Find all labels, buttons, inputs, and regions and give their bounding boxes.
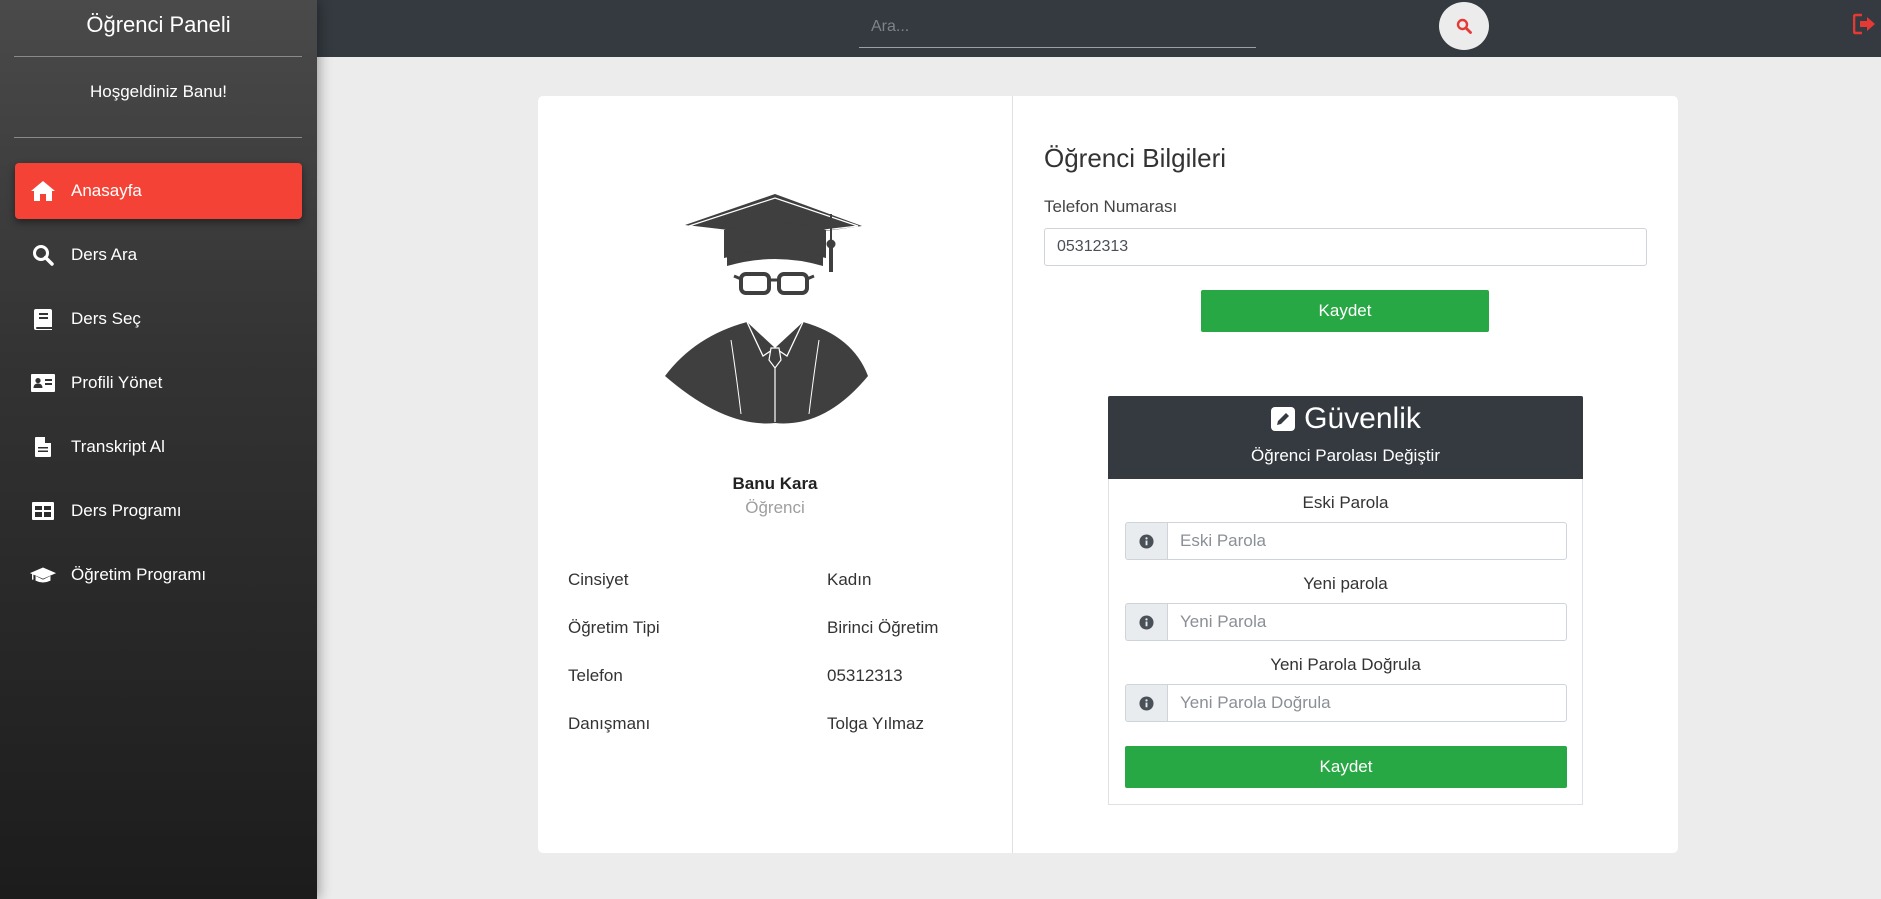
search-icon: [29, 241, 57, 269]
sidebar-item-label: Anasayfa: [71, 181, 142, 200]
sidebar-item-ogretim-programi[interactable]: Öğretim Programı: [15, 547, 302, 603]
new-password-group: [1125, 603, 1567, 641]
sidebar-item-label: Ders Seç: [71, 309, 141, 328]
student-avatar: [665, 194, 868, 424]
confirm-password-group: [1125, 684, 1567, 722]
confirm-password-label: Yeni Parola Doğrula: [1270, 655, 1421, 674]
info-value: 05312313: [827, 666, 903, 685]
info-value: Birinci Öğretim: [827, 618, 939, 637]
sidebar-item-label: Ders Ara: [71, 245, 138, 264]
sidebar-item-profili-yonet[interactable]: Profili Yönet: [15, 355, 302, 411]
sidebar-item-transkript-al[interactable]: Transkript Al: [15, 419, 302, 475]
search-button[interactable]: [1439, 2, 1489, 50]
divider: [14, 56, 302, 57]
sidebar-item-label: Ders Programı: [71, 501, 182, 520]
sidebar: Öğrenci Paneli Hoşgeldiniz Banu! Anasayf…: [0, 0, 317, 899]
info-icon: [1125, 522, 1167, 560]
book-icon: [29, 305, 57, 333]
info-icon: [1125, 603, 1167, 641]
confirm-password-input[interactable]: [1167, 684, 1567, 722]
security-title: Güvenlik: [1108, 402, 1583, 436]
save-phone-button[interactable]: Kaydet: [1201, 290, 1489, 332]
info-value: Tolga Yılmaz: [827, 714, 925, 733]
search-icon: [1456, 18, 1472, 34]
table-icon: [29, 497, 57, 525]
new-password-label: Yeni parola: [1303, 574, 1388, 593]
sidebar-item-label: Transkript Al: [71, 437, 165, 456]
divider: [14, 137, 302, 138]
top-navbar: [317, 0, 1881, 57]
student-role: Öğrenci: [745, 498, 805, 517]
sidebar-item-anasayfa[interactable]: Anasayfa: [15, 163, 302, 219]
sidebar-item-label: Öğretim Programı: [71, 565, 207, 584]
sidebar-item-label: Profili Yönet: [71, 373, 163, 392]
logout-button[interactable]: [1852, 13, 1879, 39]
welcome-text: Hoşgeldiniz Banu!: [89, 82, 228, 101]
student-name: Banu Kara: [732, 474, 818, 493]
edit-icon: [1271, 407, 1296, 431]
sign-out-icon: [1852, 13, 1875, 35]
sidebar-item-ders-programi[interactable]: Ders Programı: [15, 483, 302, 539]
id-card-icon: [29, 369, 57, 397]
file-icon: [29, 433, 57, 461]
sidebar-title: Öğrenci Paneli: [86, 12, 231, 37]
section-title: Öğrenci Bilgileri: [1044, 143, 1227, 173]
info-label: Cinsiyet: [568, 570, 629, 589]
search-input[interactable]: [859, 6, 1256, 48]
info-value: Kadın: [827, 570, 872, 589]
phone-input[interactable]: [1044, 228, 1647, 266]
phone-label: Telefon Numarası: [1044, 197, 1178, 216]
new-password-input[interactable]: [1167, 603, 1567, 641]
old-password-group: [1125, 522, 1567, 560]
info-label: Öğretim Tipi: [568, 618, 660, 637]
info-label: Danışmanı: [568, 714, 651, 733]
sidebar-item-ders-ara[interactable]: Ders Ara: [15, 227, 302, 283]
home-icon: [29, 177, 57, 205]
card-divider: [1012, 96, 1013, 853]
info-label: Telefon: [568, 666, 623, 685]
info-icon: [1125, 684, 1167, 722]
sidebar-item-ders-sec[interactable]: Ders Seç: [15, 291, 302, 347]
old-password-input[interactable]: [1167, 522, 1567, 560]
security-subtitle: Öğrenci Parolası Değiştir: [1251, 446, 1440, 465]
graduation-cap-icon: [29, 561, 57, 589]
old-password-label: Eski Parola: [1302, 493, 1389, 512]
save-password-button[interactable]: Kaydet: [1125, 746, 1567, 788]
